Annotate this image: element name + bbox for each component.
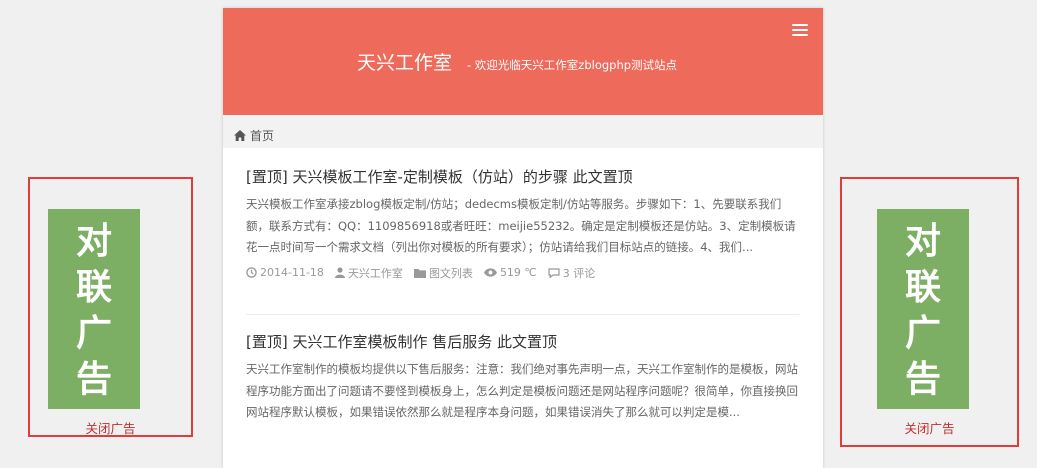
ad-char: 对 <box>75 221 112 262</box>
eye-icon <box>483 268 497 277</box>
right-couplet-ad: 对 联 广 告 关闭广告 <box>840 177 1019 447</box>
site-header: 天兴工作室 - 欢迎光临天兴工作室zblogphp测试站点 <box>223 8 823 115</box>
ad-char: 对 <box>904 221 941 262</box>
post-meta: 2014-11-18 天兴工作室 图文列表 519 ℃ 3 评论 <box>246 265 799 281</box>
post-views: 519 ℃ <box>483 266 537 279</box>
site-title[interactable]: 天兴工作室 <box>357 48 452 75</box>
post-excerpt: 天兴工作室制作的模板均提供以下售后服务：注意：我们绝对事先声明一点，天兴工作室制… <box>246 362 798 419</box>
post-date-text: 2014-11-18 <box>260 266 324 279</box>
clock-icon <box>246 267 257 278</box>
ad-char: 联 <box>904 267 941 308</box>
close-ad-link[interactable]: 关闭广告 <box>30 418 191 437</box>
right-ad-banner[interactable]: 对 联 广 告 <box>877 209 969 409</box>
post-category-text: 图文列表 <box>428 266 473 280</box>
breadcrumb-home-link[interactable]: 首页 <box>234 127 274 144</box>
main-content: 天兴工作室 - 欢迎光临天兴工作室zblogphp测试站点 首页 [置顶] 天兴… <box>223 8 823 468</box>
post-author-text: 天兴工作室 <box>347 266 403 280</box>
post-excerpt: 天兴模板工作室承接zblog模板定制/仿站；dedecms模板定制/仿站等服务。… <box>246 197 796 254</box>
post-title[interactable]: [置顶] 天兴模板工作室-定制模板（仿站）的步骤 此文置顶 <box>246 166 799 187</box>
ad-char: 告 <box>75 359 112 400</box>
post-comments-text: 3 评论 <box>562 266 596 280</box>
ad-char: 广 <box>75 313 112 354</box>
ad-char: 联 <box>75 267 112 308</box>
post-category[interactable]: 图文列表 <box>413 265 473 281</box>
post-title[interactable]: [置顶] 天兴工作室模板制作 售后服务 此文置顶 <box>246 331 799 352</box>
home-icon <box>234 130 246 141</box>
post-divider <box>246 314 799 315</box>
ad-char: 广 <box>904 313 941 354</box>
folder-icon <box>413 268 426 278</box>
breadcrumb-home-label: 首页 <box>250 129 275 143</box>
bars-icon[interactable] <box>792 24 808 38</box>
post-item: [置顶] 天兴模板工作室-定制模板（仿站）的步骤 此文置顶 天兴模板工作室承接z… <box>246 166 799 281</box>
post-item: [置顶] 天兴工作室模板制作 售后服务 此文置顶 天兴工作室制作的模板均提供以下… <box>246 331 799 424</box>
site-description: - 欢迎光临天兴工作室zblogphp测试站点 <box>467 58 678 72</box>
comments-icon <box>548 267 560 278</box>
breadcrumb: 首页 <box>223 115 823 148</box>
post-comments[interactable]: 3 评论 <box>548 265 596 281</box>
close-ad-link[interactable]: 关闭广告 <box>842 418 1017 437</box>
left-ad-banner[interactable]: 对 联 广 告 <box>48 209 140 409</box>
post-views-text: 519 ℃ <box>499 266 537 279</box>
left-couplet-ad: 对 联 广 告 关闭广告 <box>28 177 193 437</box>
post-date: 2014-11-18 <box>246 266 324 279</box>
ad-char: 告 <box>904 359 941 400</box>
user-icon <box>334 267 345 278</box>
post-author[interactable]: 天兴工作室 <box>334 265 403 281</box>
